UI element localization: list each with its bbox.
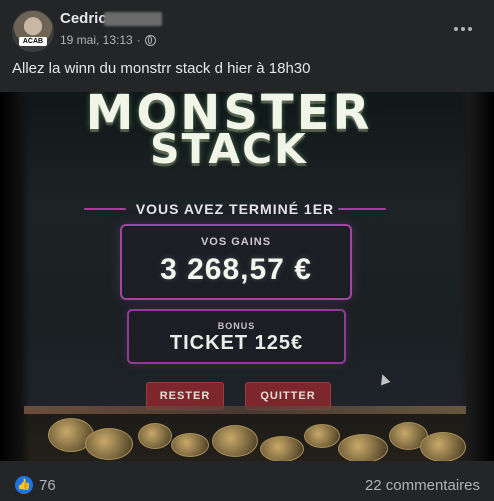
coin-7 <box>304 424 340 448</box>
gains-label: VOS GAINS <box>200 236 272 248</box>
post-meta: 19 mai, 13:13 · <box>60 33 156 47</box>
more-options-icon[interactable] <box>452 18 474 40</box>
post-footer: 👍 76 22 commentaires <box>0 461 494 501</box>
finish-status: VOUS AVEZ TERMINÉ 1ER <box>84 198 386 218</box>
coin-3 <box>138 423 172 449</box>
post-header: ACAB Cedric 19 mai, 13:13 · <box>12 8 482 52</box>
post-text: Allez la winn du monstrr stack d hier à … <box>12 60 311 77</box>
status-line-left <box>84 208 126 210</box>
coin-5 <box>212 425 258 457</box>
author-name[interactable]: Cedric <box>60 10 107 27</box>
avatar[interactable]: ACAB <box>12 10 54 52</box>
gains-panel: VOS GAINS 3 268,57 € <box>120 224 352 300</box>
coin-4 <box>171 433 209 457</box>
comments-count[interactable]: 22 commentaires <box>365 477 480 494</box>
coin-6 <box>260 436 304 461</box>
post-date[interactable]: 19 mai, 13:13 <box>60 33 133 47</box>
post-photo[interactable]: MONSTER STACK VOUS AVEZ TERMINÉ 1ER VOS … <box>0 92 494 461</box>
status-text: VOUS AVEZ TERMINÉ 1ER <box>135 201 335 217</box>
game-title: MONSTER STACK <box>84 92 374 170</box>
meta-separator: · <box>136 33 141 47</box>
coin-8 <box>338 434 388 461</box>
author-surname-redaction <box>104 12 162 26</box>
globe-icon <box>144 34 156 46</box>
coin-10 <box>420 432 466 461</box>
coin-pile-back <box>24 406 466 414</box>
gains-value: 3 268,57 € <box>160 253 312 286</box>
status-line-right <box>338 208 386 210</box>
coin-2 <box>85 428 133 460</box>
bonus-value: TICKET 125€ <box>169 332 304 354</box>
like-count[interactable]: 76 <box>39 477 56 494</box>
thumbs-up-icon[interactable]: 👍 <box>15 476 33 494</box>
bonus-panel: BONUS TICKET 125€ <box>127 309 346 364</box>
bonus-label: BONUS <box>217 321 256 331</box>
avatar-logo: ACAB <box>19 37 47 46</box>
